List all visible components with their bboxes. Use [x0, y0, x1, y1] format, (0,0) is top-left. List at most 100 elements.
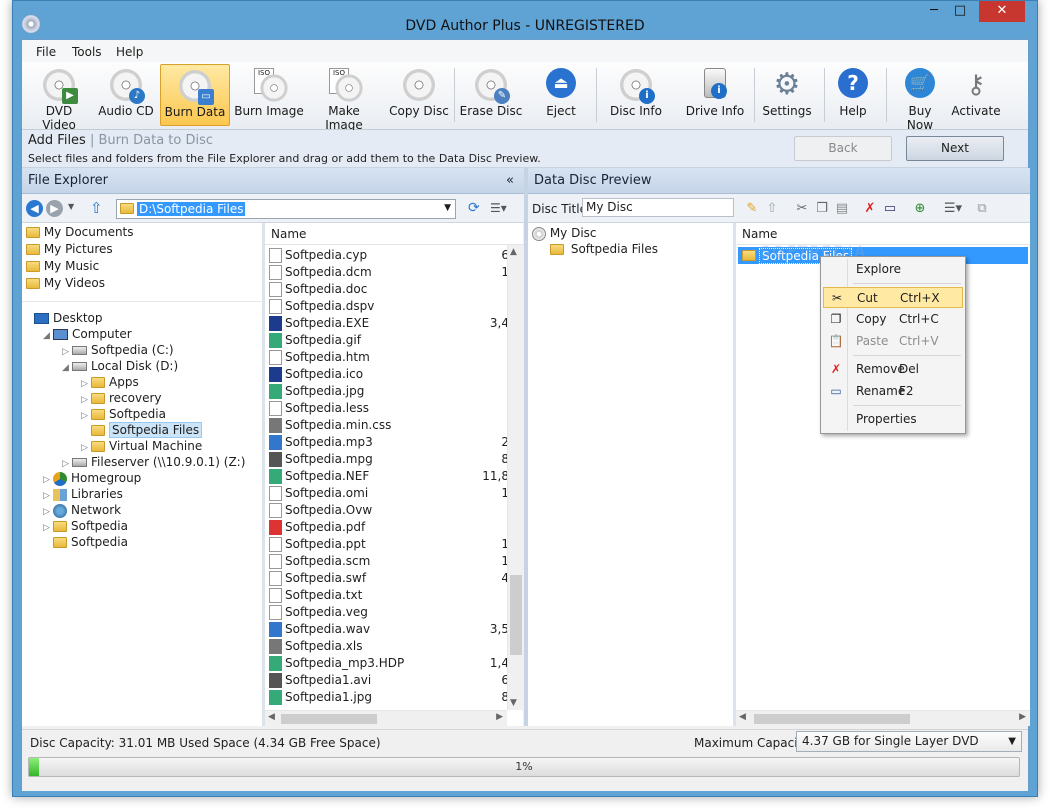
rename-icon[interactable]: ▭ [882, 201, 898, 217]
help-button[interactable]: ? Help [830, 64, 876, 126]
view-mode-icon[interactable]: ☰▾ [490, 201, 507, 215]
disc-tree-root[interactable]: My Disc [532, 226, 597, 241]
favorite-item[interactable]: My Pictures [26, 242, 113, 256]
file-row[interactable]: Softpedia.xls [269, 638, 509, 655]
file-row[interactable]: Softpedia.doc [269, 281, 509, 298]
tree-node[interactable]: ▷ Softpedia (C:) [62, 343, 174, 359]
tree-node[interactable]: ▷ Softpedia [43, 519, 128, 535]
tree-node[interactable]: ▷ recovery [81, 391, 162, 407]
hscroll-thumb[interactable] [281, 714, 377, 724]
tree-node[interactable]: ▷ Softpedia [81, 407, 166, 423]
menu-tools[interactable]: Tools [72, 45, 102, 59]
file-row[interactable]: Softpedia.mpg 8 [269, 451, 509, 468]
file-row[interactable]: Softpedia1.jpg 8 [269, 689, 509, 706]
collapse-pane-button[interactable]: « [506, 168, 514, 194]
expand-arrow-icon[interactable]: ▷ [81, 409, 91, 423]
add-files-icon[interactable]: ⊕ [912, 201, 928, 217]
file-row[interactable]: Softpedia.omi 1 [269, 485, 509, 502]
file-row[interactable]: Softpedia.htm [269, 349, 509, 366]
scroll-right-arrow-icon[interactable]: ▶ [1019, 712, 1026, 722]
disc-title-input[interactable]: My Disc [582, 198, 734, 217]
disc-tree-child[interactable]: Softpedia Files [550, 242, 658, 256]
file-list-vscrollbar[interactable]: ▲ ▼ [507, 245, 523, 710]
context-menu-explore[interactable]: Explore [823, 259, 963, 280]
expand-arrow-icon[interactable]: ▷ [43, 505, 53, 519]
scroll-up-arrow-icon[interactable]: ▲ [510, 247, 517, 257]
view-mode-icon[interactable]: ☰▾ [940, 201, 966, 217]
scroll-right-arrow-icon[interactable]: ▶ [496, 712, 503, 722]
context-menu-rename[interactable]: ▭ Rename F2 [823, 381, 963, 402]
menu-help[interactable]: Help [116, 45, 143, 59]
file-row[interactable]: Softpedia.scm 1 [269, 553, 509, 570]
tree-node[interactable]: Softpedia [43, 535, 128, 549]
file-row[interactable]: Softpedia.min.css [269, 417, 509, 434]
back-nav-icon[interactable]: ◀ [26, 200, 43, 217]
paste-icon[interactable]: ▤ [834, 201, 850, 217]
up-level-icon[interactable]: ⇧ [764, 201, 780, 217]
file-list-hscrollbar[interactable]: ◀ ▶ [265, 710, 507, 726]
tree-node[interactable]: ▷ Network [43, 503, 121, 519]
file-row[interactable]: Softpedia.dcm 1 [269, 264, 509, 281]
favorite-item[interactable]: My Videos [26, 276, 105, 290]
disc-list-hscrollbar[interactable]: ◀ ▶ [736, 710, 1030, 726]
chevron-down-icon[interactable]: ▼ [1008, 732, 1016, 751]
settings-button[interactable]: ⚙ Settings [758, 64, 816, 126]
back-button[interactable]: Back [794, 136, 892, 161]
file-row[interactable]: Softpedia.jpg [269, 383, 509, 400]
tree-node[interactable]: Desktop [24, 311, 103, 325]
file-row[interactable]: Softpedia.mp3 2 [269, 434, 509, 451]
expand-arrow-icon[interactable]: ▷ [81, 377, 91, 391]
expand-arrow-icon[interactable]: ▷ [62, 345, 72, 359]
file-row[interactable]: Softpedia.less [269, 400, 509, 417]
favorite-item[interactable]: My Documents [26, 225, 134, 239]
properties-icon[interactable]: ⧉ [974, 201, 990, 217]
dvd-video-button[interactable]: ▶ DVD Video [28, 64, 90, 132]
audio-cd-button[interactable]: ♪ Audio CD [96, 64, 156, 126]
file-list-name-column[interactable]: Name [265, 223, 523, 245]
max-capacity-select[interactable]: 4.37 GB for Single Layer DVD ▼ [796, 731, 1022, 752]
expand-arrow-icon[interactable]: ▷ [43, 473, 53, 487]
file-row[interactable]: Softpedia1.avi 6 [269, 672, 509, 689]
file-row[interactable]: Softpedia.veg [269, 604, 509, 621]
tree-node[interactable]: ◢ Local Disk (D:) [62, 359, 178, 375]
context-menu-paste[interactable]: 📋 Paste Ctrl+V [823, 331, 963, 352]
menu-file[interactable]: File [36, 45, 56, 59]
activate-button[interactable]: ⚷ Activate [948, 64, 1004, 126]
vscroll-thumb[interactable] [510, 575, 522, 655]
chevron-down-icon[interactable]: ▼ [444, 203, 451, 213]
copy-disc-button[interactable]: Copy Disc [384, 64, 454, 126]
file-row[interactable]: Softpedia.cyp 6 [269, 247, 509, 264]
tree-node[interactable]: ▷ Virtual Machine [81, 439, 202, 455]
expand-arrow-icon[interactable]: ◢ [62, 361, 72, 375]
burn-data-button[interactable]: ▭ Burn Data [160, 64, 230, 126]
maximize-button[interactable]: □ [947, 1, 973, 22]
refresh-icon[interactable]: ⟳ [468, 200, 480, 216]
file-row[interactable]: Softpedia.txt [269, 587, 509, 604]
context-menu-properties[interactable]: Properties [823, 409, 963, 430]
expand-arrow-icon[interactable]: ▷ [81, 393, 91, 407]
cut-icon[interactable]: ✂ [794, 201, 810, 217]
file-row[interactable]: Softpedia.EXE 3,4 [269, 315, 509, 332]
eject-button[interactable]: ⏏ Eject [530, 64, 592, 126]
file-row[interactable]: Softpedia.pdf [269, 519, 509, 536]
file-row[interactable]: Softpedia.gif [269, 332, 509, 349]
make-image-button[interactable]: ISO Make Image [308, 64, 380, 132]
expand-arrow-icon[interactable]: ▷ [62, 457, 72, 471]
context-menu-copy[interactable]: ❐ Copy Ctrl+C [823, 309, 963, 330]
minimize-button[interactable]: ─ [921, 1, 947, 22]
copy-icon[interactable]: ❐ [814, 201, 830, 217]
context-menu-remove[interactable]: ✗ Remove Del [823, 359, 963, 380]
disc-info-button[interactable]: i Disc Info [602, 64, 670, 126]
file-row[interactable]: Softpedia.swf 4 [269, 570, 509, 587]
up-folder-icon[interactable]: ⇧ [90, 199, 103, 217]
tree-node[interactable]: ◢ Computer [43, 327, 132, 343]
file-row[interactable]: Softpedia.ppt 1 [269, 536, 509, 553]
file-row[interactable]: Softpedia_mp3.HDP 1,4 [269, 655, 509, 672]
file-row[interactable]: Softpedia.NEF 11,8 [269, 468, 509, 485]
close-button[interactable]: ✕ [979, 1, 1025, 22]
erase-disc-button[interactable]: ✎ Erase Disc [458, 64, 524, 126]
scroll-left-arrow-icon[interactable]: ◀ [739, 712, 746, 722]
forward-nav-icon[interactable]: ▶ [46, 200, 63, 217]
expand-arrow-icon[interactable]: ◢ [43, 329, 53, 343]
file-row[interactable]: Softpedia.dspv [269, 298, 509, 315]
